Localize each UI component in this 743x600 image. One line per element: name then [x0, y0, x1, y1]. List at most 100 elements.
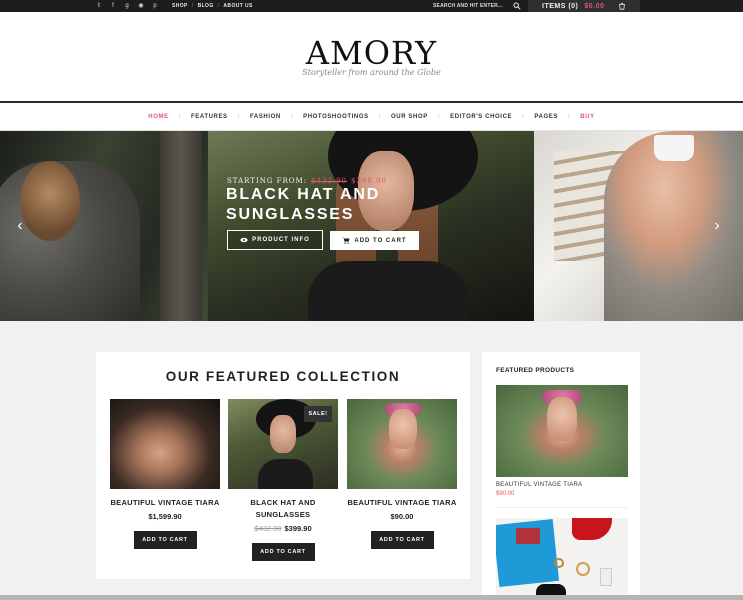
hero-title: BLACK HAT AND SUNGLASSES: [226, 186, 381, 223]
add-to-cart-button[interactable]: ADD TO CART: [370, 531, 434, 549]
photo-detail: [258, 459, 313, 489]
product-image[interactable]: [347, 399, 457, 489]
top-links: SHOP / BLOG / ABOUT US: [172, 0, 253, 12]
google-plus-icon[interactable]: g: [124, 3, 130, 9]
separator: /: [217, 3, 220, 9]
nav-label: PHOTOSHOOTINGS: [303, 114, 369, 120]
product-image[interactable]: [110, 399, 220, 489]
photo-detail: [576, 562, 590, 576]
featured-heading: OUR FEATURED COLLECTION: [165, 369, 401, 384]
cart-items: ITEMS (0): [542, 2, 579, 10]
hero-add-to-cart-label: ADD TO CART: [354, 237, 407, 244]
nav-label: FEATURES: [190, 114, 228, 120]
add-to-cart-button[interactable]: ADD TO CART: [251, 543, 315, 561]
nav-item-our-shop[interactable]: OUR SHOP /: [391, 114, 450, 120]
photo-detail: [572, 518, 612, 540]
nav-item-home[interactable]: HOME /: [148, 114, 191, 120]
photo-detail: [516, 528, 540, 544]
product-info-label: PRODUCT INFO: [252, 237, 310, 243]
flickr-icon[interactable]: ◉: [138, 3, 144, 9]
twitter-icon[interactable]: 𝕥: [96, 3, 102, 9]
product-price-line: $432.90 $399.90: [228, 524, 338, 533]
nav-item-photoshootings[interactable]: PHOTOSHOOTINGS /: [303, 114, 391, 120]
top-link-blog[interactable]: BLOG: [198, 3, 214, 9]
product-image[interactable]: SALE!: [228, 399, 338, 489]
product-info-button[interactable]: PRODUCT INFO: [227, 230, 323, 250]
product-name[interactable]: BEAUTIFUL VINTAGE TIARA: [347, 497, 457, 509]
slide-image-center: [208, 131, 534, 321]
slider-prev-icon[interactable]: ‹: [13, 216, 27, 236]
hero-old-price: $432.90: [311, 177, 348, 185]
hero-price-line: STARTING FROM: $432.90 $399.90: [227, 177, 387, 185]
sidebar-product-image[interactable]: [496, 385, 628, 477]
top-link-about[interactable]: ABOUT US: [223, 3, 252, 9]
slide-image-left: [0, 131, 208, 321]
search-input[interactable]: SEARCH AND HIT ENTER...: [433, 0, 503, 12]
separator: /: [378, 114, 382, 120]
product-old-price: $432.90: [254, 524, 282, 533]
nav-label: PAGES: [534, 114, 558, 120]
photo-detail: [654, 135, 694, 161]
product-price: $399.90: [284, 524, 312, 533]
product-name[interactable]: BLACK HAT AND SUNGLASSES: [228, 497, 338, 521]
shopping-bag-icon: [619, 2, 625, 10]
photo-figure: [547, 397, 577, 441]
main-nav: HOME / FEATURES / FASHION / PHOTOSHOOTINGS /…: [0, 103, 743, 131]
hero-new-price: $399.90: [351, 177, 387, 185]
product-card: SALE! BLACK HAT AND SUNGLASSES $432.90 $3…: [228, 399, 338, 561]
separator: /: [290, 114, 294, 120]
top-link-shop[interactable]: SHOP: [172, 3, 188, 9]
hero-slider: STARTING FROM: $432.90 $399.90 BLACK HAT A…: [0, 131, 743, 321]
product-price: $1,599.90: [148, 512, 182, 521]
separator: /: [437, 114, 441, 120]
site-header: AMORY Storyteller from around the Globe: [0, 12, 743, 102]
featured-collection: OUR FEATURED COLLECTION BEAUTIFUL VINTAG…: [96, 352, 470, 579]
pinterest-icon[interactable]: p: [152, 3, 158, 9]
social-links: 𝕥 f g ◉ p: [96, 0, 158, 12]
separator: /: [191, 3, 194, 9]
sidebar-product-name[interactable]: BEAUTIFUL VINTAGE TIARA: [496, 482, 582, 488]
photo-detail: [160, 131, 202, 321]
slider-next-icon[interactable]: ›: [710, 216, 724, 236]
site-tagline: Storyteller from around the Globe: [302, 68, 441, 77]
photo-detail: [554, 558, 564, 568]
top-bar: 𝕥 f g ◉ p SHOP / BLOG / ABOUT US SEARCH …: [0, 0, 743, 12]
nav-item-editors-choice[interactable]: EDITOR'S CHOICE /: [450, 114, 534, 120]
separator: /: [522, 114, 525, 120]
nav-item-features[interactable]: FEATURES /: [191, 114, 250, 120]
sale-badge: SALE!: [304, 406, 332, 422]
cart-total: $0.00: [584, 2, 605, 10]
nav-label: HOME: [148, 114, 169, 120]
separator: /: [178, 114, 181, 120]
starting-label: STARTING FROM:: [227, 177, 308, 185]
sidebar-product-price: $90.00: [496, 491, 515, 497]
nav-item-pages[interactable]: PAGES /: [534, 114, 580, 120]
photo-detail: [308, 261, 468, 321]
product-price-line: $1,599.90: [110, 512, 220, 521]
nav-item-buy[interactable]: BUY: [580, 114, 594, 120]
sidebar-featured-products: FEATURED PRODUCTS BEAUTIFUL VINTAGE TIAR…: [482, 352, 640, 600]
product-name[interactable]: BEAUTIFUL VINTAGE TIARA: [110, 497, 220, 509]
page-bottom-edge: [0, 595, 743, 600]
nav-label: FASHION: [249, 114, 281, 120]
sidebar-product-image[interactable]: [496, 518, 628, 600]
separator: /: [567, 114, 571, 120]
eye-icon: [240, 237, 248, 243]
facebook-icon[interactable]: f: [110, 3, 116, 9]
hero-add-to-cart-button[interactable]: ADD TO CART: [330, 231, 419, 250]
nav-item-fashion[interactable]: FASHION /: [250, 114, 303, 120]
nav-label: OUR SHOP: [391, 114, 428, 120]
site-logo[interactable]: AMORY: [0, 34, 743, 72]
photo-figure: [270, 415, 296, 453]
sidebar-heading: FEATURED PRODUCTS: [496, 367, 575, 374]
product-card: BEAUTIFUL VINTAGE TIARA $1,599.90 ADD TO…: [110, 399, 220, 549]
cart-icon: [342, 237, 350, 244]
cart-button[interactable]: ITEMS (0) $0.00: [528, 0, 640, 12]
product-price-line: $90.00: [347, 512, 457, 521]
product-card: BEAUTIFUL VINTAGE TIARA $90.00 ADD TO CA…: [347, 399, 457, 549]
add-to-cart-button[interactable]: ADD TO CART: [133, 531, 197, 549]
photo-detail: [20, 161, 80, 241]
photo-figure: [389, 409, 417, 449]
search-icon[interactable]: [513, 2, 521, 10]
divider: [496, 507, 628, 508]
